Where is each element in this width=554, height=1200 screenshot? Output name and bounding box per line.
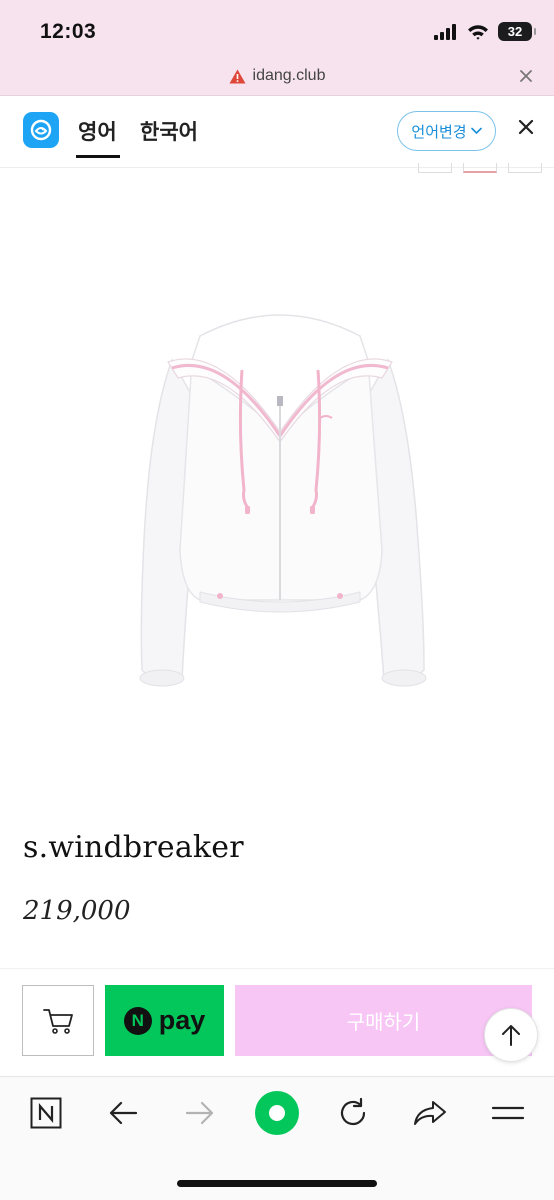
back-button[interactable]: [101, 1091, 145, 1135]
green-dot-home-button[interactable]: [254, 1090, 300, 1136]
chevron-down-icon: [470, 127, 482, 135]
npay-button[interactable]: N pay: [105, 985, 224, 1056]
refresh-icon: [340, 1097, 366, 1126]
close-icon: [518, 119, 534, 135]
tab-source-language[interactable]: 영어: [78, 116, 117, 146]
active-tab-indicator: [76, 155, 120, 158]
refresh-button[interactable]: [331, 1091, 375, 1135]
language-change-button[interactable]: 언어변경: [397, 111, 496, 151]
url-close-button[interactable]: [520, 66, 532, 87]
papago-logo-icon[interactable]: [23, 112, 59, 148]
cart-icon: [43, 1008, 73, 1034]
forward-arrow-icon: [185, 1101, 214, 1125]
add-to-cart-button[interactable]: [22, 985, 94, 1056]
tab-target-language[interactable]: 한국어: [140, 116, 198, 146]
arrow-up-icon: [502, 1025, 520, 1046]
share-button[interactable]: [408, 1091, 452, 1135]
wifi-icon: [468, 24, 488, 40]
thumbnail[interactable]: [508, 163, 542, 173]
npay-label: pay: [158, 1005, 206, 1035]
npay-n-icon: N: [123, 1006, 152, 1035]
product-name: s.windbreaker: [23, 830, 244, 865]
url-bar[interactable]: idang.club: [0, 60, 554, 96]
share-icon: [414, 1101, 446, 1125]
naver-n-icon: [30, 1097, 62, 1129]
thumbnail[interactable]: [463, 163, 497, 173]
signal-icon: [434, 23, 456, 40]
back-arrow-icon: [109, 1101, 138, 1125]
thumbnail[interactable]: [418, 163, 452, 173]
menu-button[interactable]: [486, 1091, 530, 1135]
purchase-bar: N pay 구매하기: [0, 968, 554, 1072]
naver-home-button[interactable]: [24, 1091, 68, 1135]
status-icons: 32: [434, 22, 536, 41]
image-thumbnails: [418, 163, 542, 173]
forward-button[interactable]: [178, 1091, 222, 1135]
close-icon: [520, 70, 532, 82]
scroll-to-top-button[interactable]: [484, 1008, 538, 1062]
papago-bird-icon: [30, 119, 52, 141]
translate-close-button[interactable]: [518, 116, 534, 141]
home-indicator: [177, 1180, 377, 1187]
url-domain: idang.club: [252, 67, 326, 84]
white-windbreaker-jacket-image: [139, 314, 427, 687]
url-display[interactable]: idang.club: [0, 67, 554, 85]
translate-bar: 영어 한국어 언어변경: [0, 96, 554, 168]
menu-icon: [492, 1106, 524, 1120]
warning-triangle-icon: [229, 69, 246, 83]
status-time: 12:03: [40, 20, 97, 43]
product-price: 219,000: [23, 896, 131, 926]
language-change-label: 언어변경: [411, 122, 467, 141]
green-home-dot-icon: [255, 1091, 299, 1135]
battery-indicator: 32: [498, 22, 536, 41]
status-bar: 12:03 32: [0, 0, 554, 60]
